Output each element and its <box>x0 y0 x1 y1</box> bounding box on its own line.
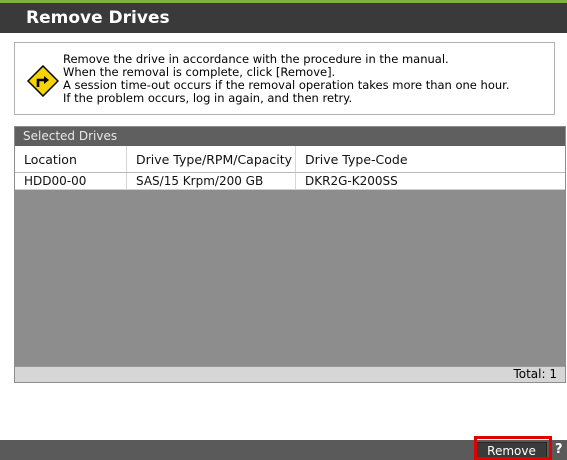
info-box: Remove the drive in accordance with the … <box>14 42 555 115</box>
cell-drive-type: SAS/15 Krpm/200 GB <box>127 173 296 189</box>
column-header-drive-type-code[interactable]: Drive Type-Code <box>296 146 565 172</box>
selected-drives-table: Selected Drives Location Drive Type/RPM/… <box>14 126 566 383</box>
warning-diamond-icon <box>27 65 59 97</box>
dialog-titlebar: Remove Drives <box>0 0 567 33</box>
help-icon[interactable]: ? <box>555 441 563 459</box>
table-empty-area <box>15 190 565 366</box>
dialog-title: Remove Drives <box>26 8 170 28</box>
column-header-location[interactable]: Location <box>15 146 127 172</box>
dialog-button-bar: Remove ? <box>0 440 567 460</box>
table-row[interactable]: HDD00-00 SAS/15 Krpm/200 GB DKR2G-K200SS <box>15 173 565 190</box>
cell-drive-type-code: DKR2G-K200SS <box>305 174 398 188</box>
remove-button[interactable]: Remove <box>476 442 547 459</box>
info-text: Remove the drive in accordance with the … <box>63 53 548 105</box>
table-title: Selected Drives <box>15 127 565 146</box>
table-total: Total: 1 <box>15 366 565 382</box>
cell-location: HDD00-00 <box>15 173 127 189</box>
column-header-drive-type[interactable]: Drive Type/RPM/Capacity <box>127 146 296 172</box>
info-line: If the problem occurs, log in again, and… <box>63 91 353 105</box>
dialog-body: Remove the drive in accordance with the … <box>0 33 567 440</box>
table-header: Location Drive Type/RPM/Capacity Drive T… <box>15 146 565 173</box>
